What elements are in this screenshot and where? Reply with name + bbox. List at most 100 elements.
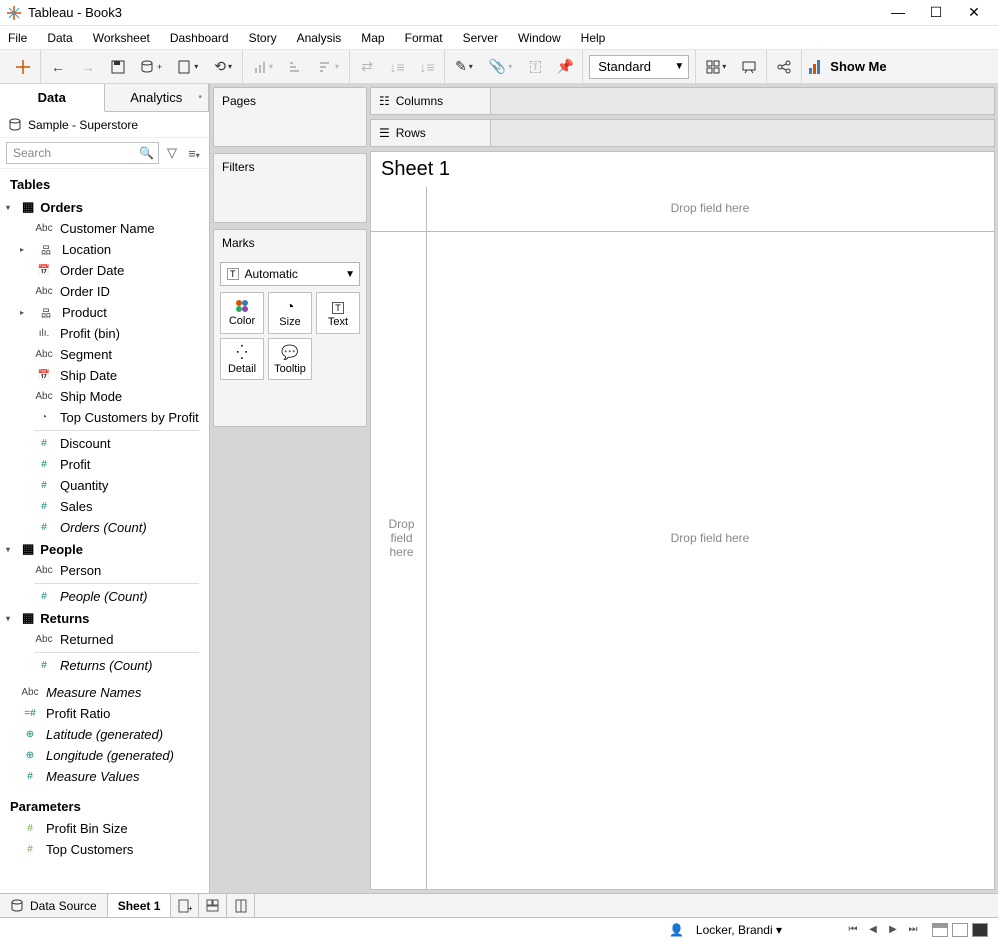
field-quantity[interactable]: #Quantity — [0, 475, 209, 496]
nav-last[interactable]: ⏭ — [906, 924, 920, 935]
highlight-button[interactable]: ✎▾ — [451, 56, 477, 78]
new-story-button[interactable] — [227, 894, 255, 917]
field-top-customers[interactable]: ◔Top Customers by Profit — [0, 407, 209, 428]
marks-tooltip-button[interactable]: 💬Tooltip — [268, 338, 312, 380]
field-returns-count[interactable]: #Returns (Count) — [0, 655, 209, 676]
datasource-tab[interactable]: Data Source — [0, 894, 108, 917]
field-profit-bin[interactable]: ılı.Profit (bin) — [0, 323, 209, 344]
field-profit[interactable]: #Profit — [0, 454, 209, 475]
field-orders-count[interactable]: #Orders (Count) — [0, 517, 209, 538]
pages-shelf[interactable]: Pages — [213, 87, 367, 147]
field-order-date[interactable]: 📅Order Date — [0, 260, 209, 281]
menu-format[interactable]: Format — [405, 31, 443, 45]
minimize-button[interactable]: — — [888, 4, 908, 21]
view-canvas[interactable]: Sheet 1 Drop field here Drop field here … — [370, 151, 995, 890]
swap-button[interactable]: ▾ — [249, 56, 277, 78]
show-labels-button[interactable]: T — [524, 56, 546, 78]
table-returns[interactable]: ▾▦Returns — [0, 607, 209, 629]
nav-first[interactable]: ⏮ — [846, 924, 860, 935]
new-dashboard-button[interactable] — [199, 894, 227, 917]
view-tabs-mode[interactable] — [932, 923, 948, 937]
globe-icon: ⊕ — [20, 750, 40, 761]
menu-server[interactable]: Server — [463, 31, 498, 45]
columns-shelf[interactable]: ☷Columns — [370, 87, 995, 115]
marks-detail-button[interactable]: ⁛Detail — [220, 338, 264, 380]
param-profit-bin-size[interactable]: #Profit Bin Size — [0, 818, 209, 839]
field-returned[interactable]: AbcReturned — [0, 629, 209, 650]
field-location[interactable]: ▸品Location — [0, 239, 209, 260]
table-orders[interactable]: ▾▦Orders — [0, 196, 209, 218]
group-members-button[interactable]: 📎▾ — [485, 56, 516, 78]
nav-next[interactable]: ▶ — [886, 924, 900, 935]
show-me-button[interactable]: Show Me — [808, 59, 886, 75]
pin-button[interactable]: 📌 — [554, 56, 576, 78]
sheet1-tab[interactable]: Sheet 1 — [108, 894, 172, 917]
field-measure-values[interactable]: #Measure Values — [0, 766, 209, 787]
menu-window[interactable]: Window — [518, 31, 561, 45]
nav-prev[interactable]: ◀ — [866, 924, 880, 935]
sort-asc-button[interactable] — [285, 56, 307, 78]
menu-data[interactable]: Data — [47, 31, 72, 45]
field-ship-mode[interactable]: AbcShip Mode — [0, 386, 209, 407]
tableau-logo-icon[interactable] — [12, 56, 34, 78]
show-cards-button[interactable]: ▾ — [702, 56, 730, 78]
field-people-count[interactable]: #People (Count) — [0, 586, 209, 607]
table-people[interactable]: ▾▦People — [0, 538, 209, 560]
fit-selector[interactable]: Standard ▼ — [589, 55, 689, 79]
field-customer-name[interactable]: AbcCustomer Name — [0, 218, 209, 239]
field-person[interactable]: AbcPerson — [0, 560, 209, 581]
field-product[interactable]: ▸品Product — [0, 302, 209, 323]
menu-dashboard[interactable]: Dashboard — [170, 31, 229, 45]
menu-file[interactable]: File — [8, 31, 27, 45]
datasource-name: Sample - Superstore — [28, 118, 138, 132]
field-discount[interactable]: #Discount — [0, 433, 209, 454]
param-top-customers[interactable]: #Top Customers — [0, 839, 209, 860]
share-button[interactable] — [773, 56, 795, 78]
new-sheet-button[interactable]: + — [171, 894, 199, 917]
view-sheet-mode[interactable] — [972, 923, 988, 937]
data-tab[interactable]: Data — [0, 84, 105, 112]
sort-2-button[interactable]: ↓≡ — [416, 56, 438, 78]
field-order-id[interactable]: AbcOrder ID — [0, 281, 209, 302]
analytics-tab[interactable]: Analytics• — [105, 84, 210, 111]
field-latitude[interactable]: ⊕Latitude (generated) — [0, 724, 209, 745]
view-by-icon[interactable]: ≡▾ — [185, 146, 203, 161]
menu-help[interactable]: Help — [581, 31, 606, 45]
group-button[interactable]: ⇄ — [356, 56, 378, 78]
refresh-button[interactable]: ⟲▾ — [210, 56, 236, 78]
analytics-menu-icon: • — [198, 92, 202, 103]
field-longitude[interactable]: ⊕Longitude (generated) — [0, 745, 209, 766]
field-ship-date[interactable]: 📅Ship Date — [0, 365, 209, 386]
save-button[interactable] — [107, 56, 129, 78]
view-filmstrip-mode[interactable] — [952, 923, 968, 937]
datasource-row[interactable]: Sample - Superstore — [0, 112, 209, 138]
maximize-button[interactable]: ☐ — [926, 4, 946, 21]
field-profit-ratio[interactable]: =#Profit Ratio — [0, 703, 209, 724]
view-column: ☷Columns ☰Rows Sheet 1 Drop field here D… — [370, 84, 998, 893]
menu-analysis[interactable]: Analysis — [297, 31, 342, 45]
undo-button[interactable]: ← — [47, 56, 69, 78]
rows-shelf[interactable]: ☰Rows — [370, 119, 995, 147]
sheet-title[interactable]: Sheet 1 — [371, 152, 994, 187]
redo-button[interactable]: → — [77, 56, 99, 78]
menu-worksheet[interactable]: Worksheet — [93, 31, 150, 45]
marks-color-button[interactable]: Color — [220, 292, 264, 334]
field-search-input[interactable]: Search 🔍 — [6, 142, 159, 164]
menu-story[interactable]: Story — [249, 31, 277, 45]
marks-size-button[interactable]: ◔Size — [268, 292, 312, 334]
presentation-button[interactable] — [738, 56, 760, 78]
filter-fields-icon[interactable]: ▽ — [163, 145, 181, 161]
filters-shelf[interactable]: Filters — [213, 153, 367, 223]
field-sales[interactable]: #Sales — [0, 496, 209, 517]
new-worksheet-button[interactable]: ▾ — [174, 56, 202, 78]
sort-desc-button[interactable]: ▾ — [315, 56, 343, 78]
signed-in-user[interactable]: Locker, Brandi ▾ — [696, 923, 782, 937]
sort-1-button[interactable]: ↓≡ — [386, 56, 408, 78]
marks-text-button[interactable]: TText — [316, 292, 360, 334]
new-datasource-button[interactable]: + — [137, 56, 166, 78]
field-measure-names[interactable]: AbcMeasure Names — [0, 682, 209, 703]
close-button[interactable]: ✕ — [964, 4, 984, 21]
field-segment[interactable]: AbcSegment — [0, 344, 209, 365]
menu-map[interactable]: Map — [361, 31, 384, 45]
mark-type-selector[interactable]: T Automatic ▼ — [220, 262, 360, 286]
